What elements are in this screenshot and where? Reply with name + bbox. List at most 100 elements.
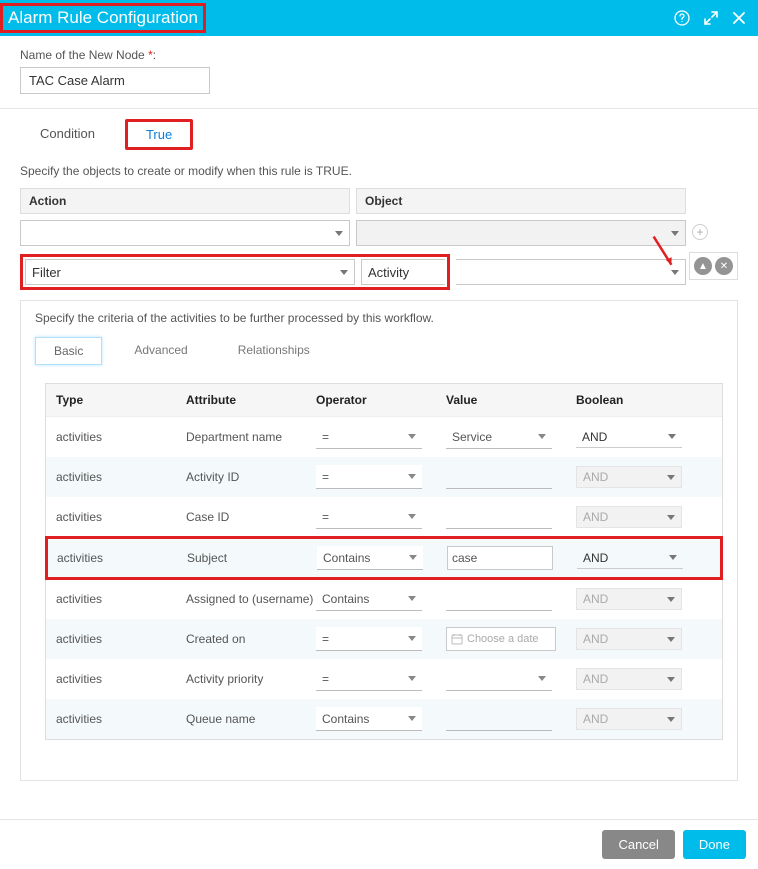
action-column-header: Action — [20, 188, 350, 214]
dialog-footer: Cancel Done — [0, 819, 758, 869]
cancel-button[interactable]: Cancel — [602, 830, 674, 859]
node-name-label: Name of the New Node *: — [20, 48, 738, 62]
tab-true[interactable]: True — [125, 119, 193, 150]
chevron-down-icon — [538, 676, 546, 681]
cell-attribute: Queue name — [186, 712, 316, 726]
chevron-down-icon — [408, 716, 416, 721]
value-input[interactable] — [446, 587, 552, 611]
boolean-select: AND — [576, 588, 682, 610]
cell-attribute: Assigned to (username) — [186, 592, 316, 606]
operator-select[interactable]: Contains — [316, 707, 422, 731]
operator-select[interactable]: = — [316, 425, 422, 449]
main-tabs: Condition True — [20, 119, 738, 150]
criteria-sub-tabs: Basic Advanced Relationships — [35, 337, 723, 365]
close-icon[interactable] — [732, 11, 746, 25]
object-select-empty[interactable] — [356, 220, 686, 246]
tab-condition[interactable]: Condition — [24, 119, 111, 150]
table-row: activitiesAssigned to (username)Contains… — [46, 579, 722, 619]
table-row: activitiesSubjectContains AND — [45, 536, 723, 580]
boolean-select: AND — [576, 466, 682, 488]
operator-select[interactable]: Contains — [316, 587, 422, 611]
cell-type: activities — [56, 672, 186, 686]
value-date-input[interactable]: Choose a date — [446, 627, 556, 651]
value-select[interactable]: Service — [446, 425, 552, 449]
operator-select[interactable]: = — [316, 627, 422, 651]
object-column-header: Object — [356, 188, 686, 214]
add-row-icon[interactable]: + — [692, 224, 708, 240]
chevron-down-icon — [667, 637, 675, 642]
criteria-table: Type Attribute Operator Value Boolean ac… — [45, 383, 723, 740]
action-select-empty[interactable] — [20, 220, 350, 246]
chevron-down-icon — [667, 597, 675, 602]
chevron-down-icon — [667, 717, 675, 722]
cell-type: activities — [56, 592, 186, 606]
sub-tab-advanced[interactable]: Advanced — [116, 337, 205, 365]
chevron-down-icon — [408, 676, 416, 681]
value-select[interactable] — [446, 667, 552, 691]
object-select-activity-partial[interactable]: Activity — [361, 259, 445, 285]
sub-tab-relationships[interactable]: Relationships — [220, 337, 328, 365]
done-button[interactable]: Done — [683, 830, 746, 859]
chevron-down-icon — [408, 636, 416, 641]
table-row: activitiesCreated on=Choose a dateAND — [46, 619, 722, 659]
boolean-select: AND — [576, 668, 682, 690]
cell-type: activities — [56, 430, 186, 444]
operator-select[interactable]: = — [316, 667, 422, 691]
object-select-activity-right[interactable] — [456, 259, 686, 285]
action-select-filter[interactable]: Filter — [25, 259, 355, 285]
row-controls: ▲ ✕ — [689, 252, 738, 280]
chevron-down-icon — [669, 555, 677, 560]
operator-select[interactable]: = — [316, 465, 422, 489]
chevron-down-icon — [667, 515, 675, 520]
chevron-down-icon — [667, 475, 675, 480]
col-value: Value — [446, 393, 576, 407]
node-name-input[interactable] — [20, 67, 210, 94]
chevron-down-icon — [538, 434, 546, 439]
boolean-select: AND — [576, 628, 682, 650]
col-type: Type — [56, 393, 186, 407]
cell-attribute: Department name — [186, 430, 316, 444]
criteria-instruction: Specify the criteria of the activities t… — [35, 311, 723, 325]
chevron-down-icon — [408, 596, 416, 601]
header-actions — [674, 10, 746, 26]
cell-attribute: Created on — [186, 632, 316, 646]
cell-attribute: Case ID — [186, 510, 316, 524]
cell-type: activities — [57, 551, 187, 565]
delete-row-icon[interactable]: ✕ — [715, 257, 733, 275]
value-input[interactable] — [446, 707, 552, 731]
table-row: activitiesCase ID= AND — [46, 497, 722, 537]
chevron-down-icon — [408, 434, 416, 439]
rule-instruction: Specify the objects to create or modify … — [20, 164, 738, 178]
cell-attribute: Subject — [187, 551, 317, 565]
col-operator: Operator — [316, 393, 446, 407]
chevron-down-icon — [671, 231, 679, 236]
chevron-down-icon — [340, 270, 348, 275]
operator-select[interactable]: Contains — [317, 546, 423, 570]
chevron-down-icon — [671, 270, 679, 275]
cell-type: activities — [56, 712, 186, 726]
table-row: activitiesActivity priority=AND — [46, 659, 722, 699]
cell-type: activities — [56, 510, 186, 524]
value-input[interactable] — [446, 465, 552, 489]
help-icon[interactable] — [674, 10, 690, 26]
table-row: activitiesActivity ID=AND — [46, 457, 722, 497]
boolean-select: AND — [576, 506, 682, 528]
chevron-down-icon — [409, 555, 417, 560]
chevron-down-icon — [668, 434, 676, 439]
chevron-down-icon — [408, 514, 416, 519]
cell-type: activities — [56, 470, 186, 484]
criteria-header-row: Type Attribute Operator Value Boolean — [46, 384, 722, 417]
boolean-select: AND — [576, 708, 682, 730]
dialog-header: Alarm Rule Configuration — [0, 0, 758, 36]
table-row: activitiesDepartment name= Service AND — [46, 417, 722, 457]
chevron-down-icon — [335, 231, 343, 236]
operator-select[interactable]: = — [316, 505, 422, 529]
sub-tab-basic[interactable]: Basic — [35, 337, 102, 365]
boolean-select[interactable]: AND — [576, 427, 682, 448]
boolean-select[interactable]: AND — [577, 548, 683, 569]
value-input[interactable] — [447, 546, 553, 570]
expand-icon[interactable] — [704, 11, 718, 25]
collapse-icon[interactable]: ▲ — [694, 257, 712, 275]
value-input[interactable] — [446, 505, 552, 529]
chevron-down-icon — [408, 474, 416, 479]
